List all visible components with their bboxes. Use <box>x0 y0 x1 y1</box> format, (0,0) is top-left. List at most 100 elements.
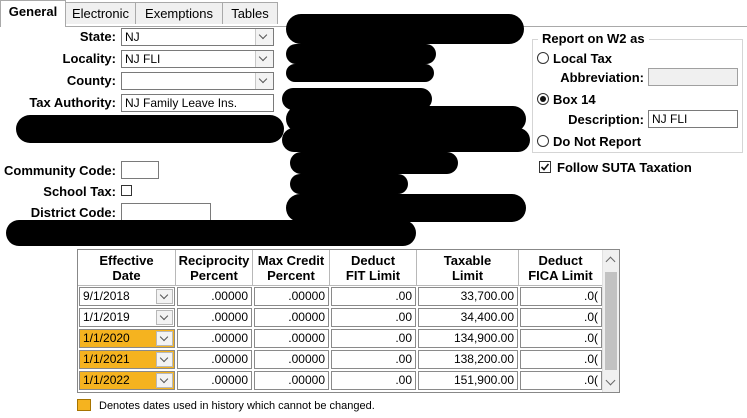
chevron-down-icon <box>258 52 268 62</box>
fit-limit-cell[interactable]: .00 <box>331 308 416 327</box>
abbreviation-label: Abbreviation: <box>560 70 644 85</box>
header-line: Deduct <box>538 253 583 268</box>
max-credit-cell[interactable]: .00000 <box>254 308 329 327</box>
effective-date-cell[interactable]: 1/1/2020 <box>79 329 175 348</box>
fit-limit-cell[interactable]: .00 <box>331 329 416 348</box>
tab-exemptions[interactable]: Exemptions <box>135 2 223 24</box>
reciprocity-cell[interactable]: .00000 <box>177 371 252 390</box>
fica-limit-cell[interactable]: .0( <box>520 371 602 390</box>
header-line: Percent <box>267 268 315 283</box>
fica-limit-cell[interactable]: .0( <box>520 329 602 348</box>
fica-limit-cell[interactable]: .0( <box>520 287 602 306</box>
date-dropdown-button[interactable] <box>156 289 173 304</box>
cell-value: 1/1/2021 <box>83 352 130 366</box>
reciprocity-cell[interactable]: .00000 <box>177 308 252 327</box>
max-credit-cell[interactable]: .00000 <box>254 287 329 306</box>
taxable-limit-cell[interactable]: 134,900.00 <box>418 329 518 348</box>
taxable-limit-cell[interactable]: 34,400.00 <box>418 308 518 327</box>
cell-value: 138,200.00 <box>453 352 514 366</box>
fit-limit-cell[interactable]: .00 <box>331 287 416 306</box>
fit-limit-cell[interactable]: .00 <box>331 371 416 390</box>
chevron-down-icon <box>159 353 169 363</box>
report-w2-title: Report on W2 as <box>538 31 649 46</box>
fica-limit-cell[interactable]: .0( <box>520 308 602 327</box>
school-tax-label: School Tax: <box>43 184 116 199</box>
redaction-mark <box>286 44 436 64</box>
fit-limit-cell[interactable]: .00 <box>331 350 416 369</box>
history-legend-text: Denotes dates used in history which cann… <box>99 400 375 412</box>
cell-value: .0( <box>583 352 598 366</box>
date-dropdown-button[interactable] <box>156 373 173 388</box>
cell-value: .0( <box>583 373 598 387</box>
date-dropdown-button[interactable] <box>156 310 173 325</box>
cell-value: 9/1/2018 <box>83 289 130 303</box>
taxable-limit-cell[interactable]: 138,200.00 <box>418 350 518 369</box>
effective-date-cell[interactable]: 1/1/2022 <box>79 371 175 390</box>
max-credit-cell[interactable]: .00000 <box>254 350 329 369</box>
county-dropdown-button[interactable] <box>255 73 273 89</box>
column-header-taxable-limit[interactable]: Taxable Limit <box>417 250 519 286</box>
column-header-max-credit[interactable]: Max Credit Percent <box>253 250 330 286</box>
grid-vertical-scrollbar[interactable] <box>602 250 619 392</box>
state-value: NJ <box>125 30 140 44</box>
do-not-report-radio[interactable] <box>537 135 549 147</box>
reciprocity-cell[interactable]: .00000 <box>177 287 252 306</box>
max-credit-cell[interactable]: .00000 <box>254 371 329 390</box>
reciprocity-cell[interactable]: .00000 <box>177 329 252 348</box>
scrollbar-thumb[interactable] <box>605 272 617 370</box>
description-label: Description: <box>568 112 644 127</box>
tab-electronic[interactable]: Electronic <box>65 2 136 24</box>
column-header-fit-limit[interactable]: Deduct FIT Limit <box>330 250 417 286</box>
effective-date-cell[interactable]: 1/1/2019 <box>79 308 175 327</box>
column-header-effective-date[interactable]: Effective Date <box>78 250 176 286</box>
cell-value: 151,900.00 <box>453 373 514 387</box>
column-header-fica-limit[interactable]: Deduct FICA Limit <box>519 250 603 286</box>
follow-suta-checkbox[interactable] <box>539 161 551 173</box>
tab-general[interactable]: General <box>0 0 66 27</box>
state-label: State: <box>79 29 116 44</box>
redaction-mark <box>290 152 458 174</box>
max-credit-cell[interactable]: .00000 <box>254 329 329 348</box>
taxable-limit-cell[interactable]: 151,900.00 <box>418 371 518 390</box>
chevron-down-icon <box>159 374 169 384</box>
header-line: FICA Limit <box>528 268 593 283</box>
cell-value: .00000 <box>211 310 248 324</box>
box14-label: Box 14 <box>553 92 596 107</box>
tax-limits-grid: Effective Date Reciprocity Percent Max Cre… <box>77 249 620 393</box>
box14-radio[interactable] <box>537 93 549 105</box>
scroll-down-icon[interactable] <box>605 375 616 386</box>
cell-value: .00000 <box>211 352 248 366</box>
cell-value: 34,400.00 <box>460 310 514 324</box>
cell-value: .00000 <box>288 289 325 303</box>
scroll-up-icon[interactable] <box>605 256 616 267</box>
tax-authority-input[interactable]: NJ Family Leave Ins. <box>121 94 274 112</box>
county-combo[interactable] <box>121 72 274 90</box>
locality-combo[interactable]: NJ FLI <box>121 50 274 68</box>
state-combo[interactable]: NJ <box>121 28 274 46</box>
description-input[interactable]: NJ FLI <box>648 110 738 128</box>
cell-value: 1/1/2022 <box>83 373 130 387</box>
cell-value: .0( <box>583 331 598 345</box>
locality-value: NJ FLI <box>125 52 161 66</box>
locality-dropdown-button[interactable] <box>255 51 273 67</box>
state-dropdown-button[interactable] <box>255 29 273 45</box>
reciprocity-cell[interactable]: .00000 <box>177 350 252 369</box>
cell-value: .00 <box>395 373 412 387</box>
history-legend-swatch <box>77 399 91 411</box>
tab-tables[interactable]: Tables <box>222 2 278 24</box>
community-code-input[interactable] <box>121 161 159 179</box>
effective-date-cell[interactable]: 1/1/2021 <box>79 350 175 369</box>
cell-value: .00000 <box>288 352 325 366</box>
date-dropdown-button[interactable] <box>156 352 173 367</box>
date-dropdown-button[interactable] <box>156 331 173 346</box>
local-tax-radio[interactable] <box>537 52 549 64</box>
taxable-limit-cell[interactable]: 33,700.00 <box>418 287 518 306</box>
school-tax-checkbox[interactable] <box>121 185 132 196</box>
abbreviation-input[interactable] <box>648 68 738 86</box>
cell-value: .00 <box>395 310 412 324</box>
cell-value: 1/1/2019 <box>83 310 130 324</box>
column-header-reciprocity[interactable]: Reciprocity Percent <box>176 250 253 286</box>
effective-date-cell[interactable]: 9/1/2018 <box>79 287 175 306</box>
district-code-input[interactable] <box>121 203 211 221</box>
fica-limit-cell[interactable]: .0( <box>520 350 602 369</box>
